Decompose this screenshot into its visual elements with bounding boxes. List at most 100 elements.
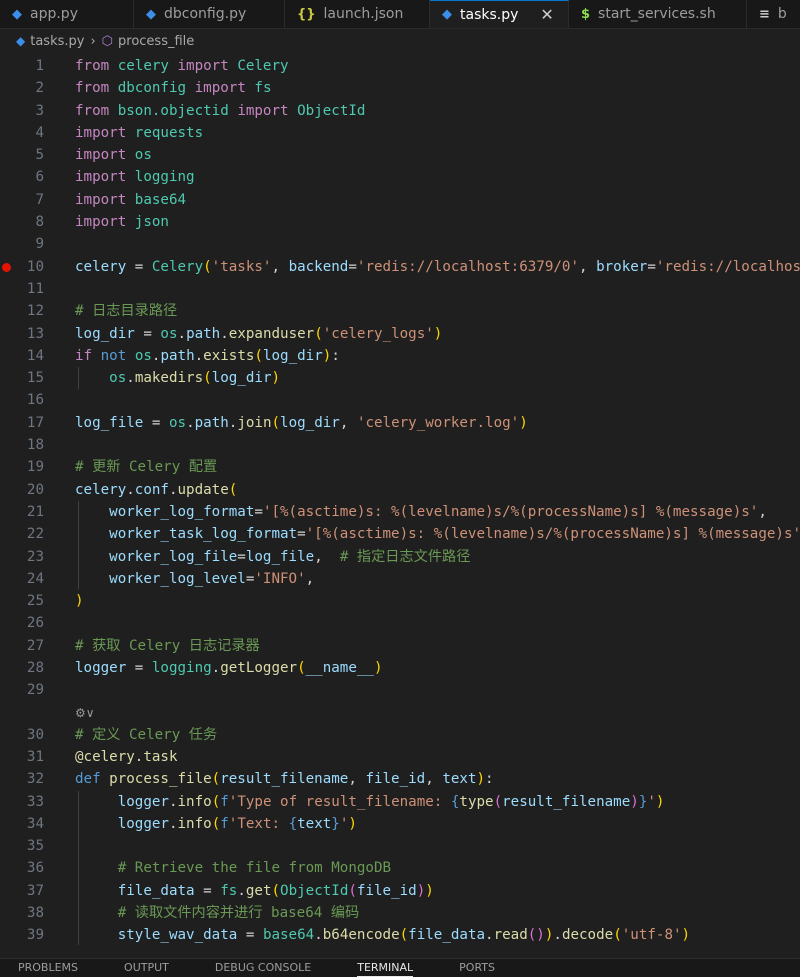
token: logger <box>117 793 169 810</box>
shell-icon: $ <box>581 6 591 22</box>
line-number: 32 <box>26 771 44 788</box>
panel-tab-problems[interactable]: PROBLEMS <box>18 959 78 977</box>
tab-start-services-sh[interactable]: $ start_services.sh <box>569 0 747 28</box>
token: , <box>271 258 289 275</box>
token: , <box>425 771 443 788</box>
token: Celery <box>151 258 204 275</box>
tab-launch-json[interactable]: {} launch.json <box>285 0 430 28</box>
panel-tab-output[interactable]: OUTPUT <box>124 959 169 977</box>
token: ) <box>373 660 383 677</box>
token: , <box>579 258 597 275</box>
panel-tab-terminal[interactable]: TERMINAL <box>357 959 414 977</box>
token: bson.objectid <box>117 102 229 119</box>
token: . <box>168 481 178 498</box>
token: log_dir <box>280 414 340 431</box>
line-number: 21 <box>26 503 44 520</box>
token: 'redis://localhost:6379/0' <box>356 258 579 275</box>
code-line: 26 <box>0 612 800 634</box>
breadcrumb-symbol[interactable]: process_file <box>118 34 194 49</box>
token: ( <box>399 927 409 944</box>
token: result_filename <box>220 771 349 788</box>
token: = <box>126 258 152 275</box>
code-text: import logging <box>75 166 195 188</box>
token: = <box>134 325 161 342</box>
token: from <box>75 102 110 119</box>
token: info <box>177 793 212 810</box>
panel-tab-ports[interactable]: PORTS <box>459 959 495 977</box>
code-text: log_dir = os.path.expanduser('celery_log… <box>75 323 442 345</box>
line-number: 5 <box>35 147 44 164</box>
codelens[interactable]: ⚙∨ <box>0 702 800 724</box>
token: expanduser <box>228 325 315 342</box>
token: , <box>305 570 315 587</box>
tab-tasks-py[interactable]: ◆ tasks.py ✕ <box>430 0 569 28</box>
token: ( <box>314 325 323 342</box>
indent-guide <box>78 367 79 389</box>
token: , <box>758 503 767 520</box>
panel-tab-debug-console[interactable]: DEBUG CONSOLE <box>215 959 311 977</box>
token: logging <box>151 660 212 677</box>
token: def <box>75 771 101 788</box>
code-text: logger.info(f'Type of result_filename: {… <box>75 791 665 813</box>
token: 'utf-8' <box>621 927 682 944</box>
token: b64encode <box>322 927 400 944</box>
token: backend <box>288 258 349 275</box>
token: ObjectId <box>280 882 349 899</box>
token: process_file <box>109 771 212 788</box>
token: : <box>485 771 494 788</box>
copilot-icon[interactable]: ⚙∨ <box>75 702 95 724</box>
token: ) <box>75 593 84 610</box>
token: } <box>331 815 340 832</box>
code-line: 33 logger.info(f'Type of result_filename… <box>0 791 800 813</box>
code-line: 7 import base64 <box>0 189 800 211</box>
code-line: 21 worker_log_format='[%(asctime)s: %(le… <box>0 501 800 523</box>
line-number: 24 <box>26 570 44 587</box>
code-text: from celery import Celery <box>75 55 289 77</box>
tab-dbconfig-py[interactable]: ◆ dbconfig.py <box>134 0 285 28</box>
token: os <box>109 370 127 387</box>
token: ' <box>647 793 656 810</box>
tab-b[interactable]: ≡ b <box>747 0 800 28</box>
line-number: 26 <box>26 615 44 632</box>
line-number: 8 <box>35 214 44 231</box>
token: # 获取 Celery 日志记录器 <box>75 637 260 654</box>
token: fs <box>254 80 272 97</box>
tab-app-py[interactable]: ◆ app.py <box>0 0 134 28</box>
code-text: if not os.path.exists(log_dir): <box>75 345 340 367</box>
token: ( <box>493 793 503 810</box>
close-icon[interactable]: ✕ <box>540 5 553 24</box>
token: ( <box>254 347 263 364</box>
token: get <box>245 882 272 899</box>
code-text: # 更新 Celery 配置 <box>75 456 217 478</box>
code-text: worker_log_format='[%(asctime)s: %(level… <box>75 501 767 523</box>
token: ) <box>655 793 665 810</box>
code-line: 6 import logging <box>0 166 800 188</box>
token: ( <box>203 370 212 387</box>
token: = <box>237 548 246 565</box>
token: , <box>348 771 366 788</box>
token: ( <box>297 660 306 677</box>
code-editor[interactable]: 1 from celery import Celery 2 from dbconfig… <box>0 55 800 955</box>
code-text: celery = Celery('tasks', backend='redis:… <box>75 256 800 278</box>
token: : <box>331 347 340 364</box>
line-number: 11 <box>26 280 44 297</box>
breadcrumb-file[interactable]: tasks.py <box>30 34 84 49</box>
line-number: 29 <box>26 682 44 699</box>
line-number: 7 <box>35 191 44 208</box>
code-line: 32 def process_file(result_filename, file… <box>0 768 800 790</box>
line-number: 30 <box>26 726 44 743</box>
code-line: 17 log_file = os.path.join(log_dir, 'cele… <box>0 412 800 434</box>
token: info <box>177 815 212 832</box>
token: . <box>126 481 135 498</box>
python-icon: ◆ <box>442 7 452 22</box>
token: worker_log_format <box>109 503 255 520</box>
token: . <box>237 882 246 899</box>
line-number: 34 <box>26 815 44 832</box>
token: ( <box>211 793 221 810</box>
token: = <box>143 414 169 431</box>
line-number: 27 <box>26 637 44 654</box>
